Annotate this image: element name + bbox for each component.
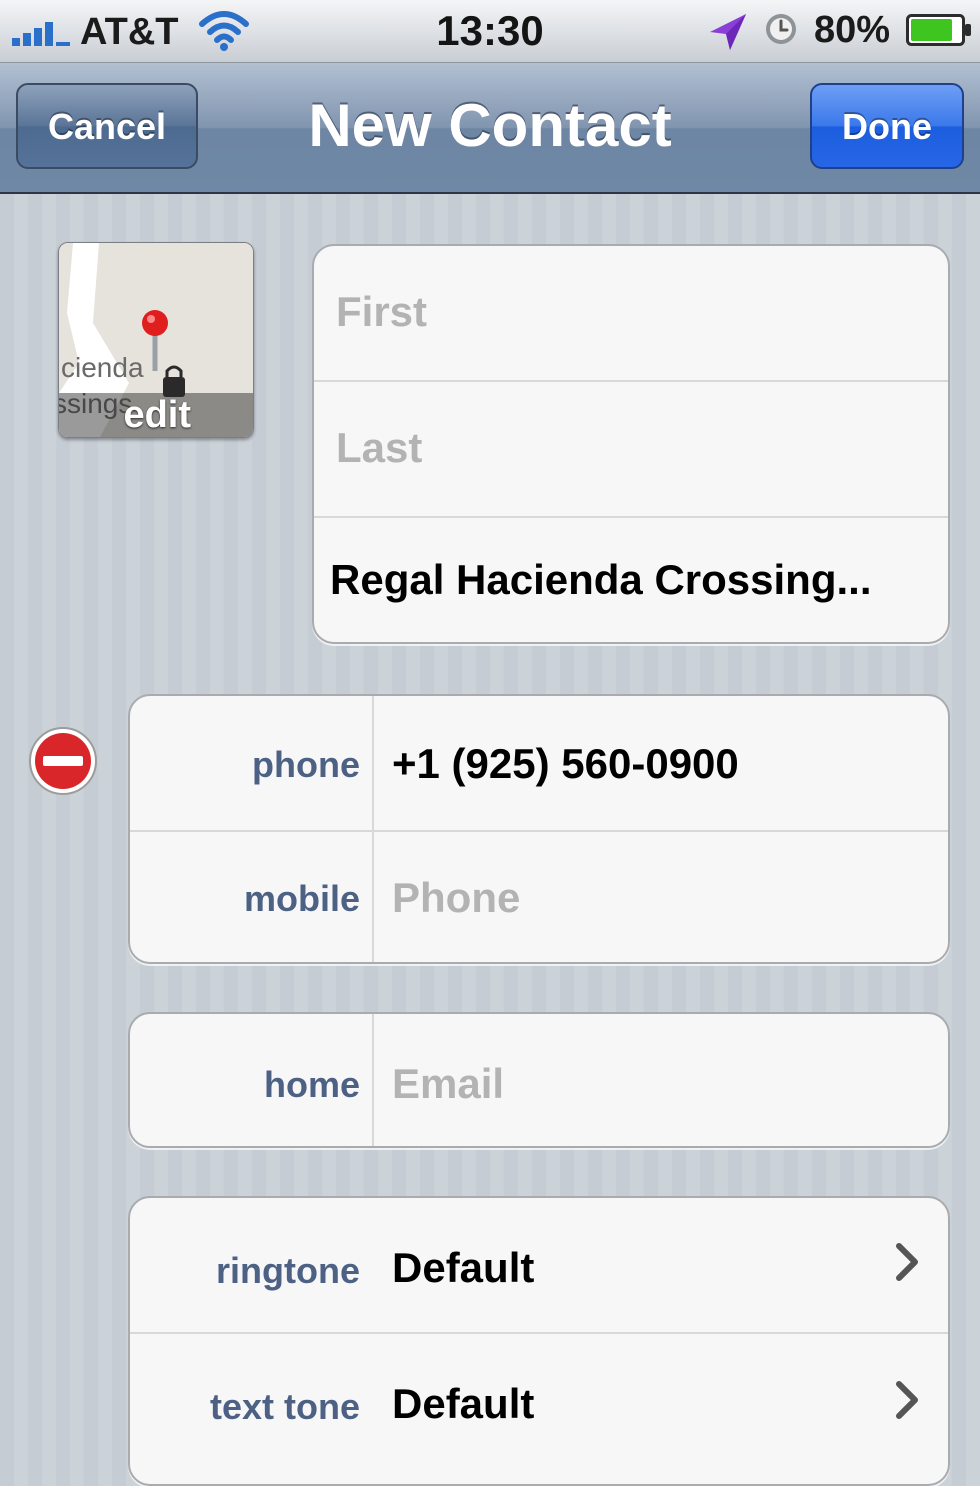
- first-name-placeholder: First: [336, 288, 428, 335]
- navigation-bar: Cancel New Contact Done: [0, 63, 980, 194]
- name-group: First Last Regal Hacienda Crossing...: [312, 244, 950, 644]
- done-button[interactable]: Done: [810, 83, 964, 169]
- email-row[interactable]: home Email: [130, 1014, 948, 1146]
- chevron-right-icon: [896, 1243, 918, 1281]
- phone-group: phone +1 (925) 560-0900 mobile Phone: [128, 694, 950, 964]
- text-tone-value: Default: [392, 1380, 535, 1427]
- map-label-1: cienda: [61, 352, 144, 383]
- ringtone-label: ringtone: [216, 1250, 360, 1291]
- contact-photo[interactable]: cienda ssings edit: [58, 242, 254, 438]
- email-placeholder[interactable]: Email: [392, 1060, 878, 1108]
- phone-label[interactable]: phone: [130, 744, 360, 786]
- mobile-placeholder[interactable]: Phone: [392, 874, 878, 922]
- email-label[interactable]: home: [130, 1064, 360, 1106]
- chevron-right-icon: [896, 1381, 918, 1419]
- company-field[interactable]: Regal Hacienda Crossing...: [314, 516, 948, 642]
- photo-edit-label: edit: [123, 394, 191, 436]
- cancel-button[interactable]: Cancel: [16, 83, 198, 169]
- email-group: home Email: [128, 1012, 950, 1148]
- phone-row[interactable]: phone +1 (925) 560-0900: [130, 696, 948, 830]
- last-name-field[interactable]: Last: [314, 380, 948, 516]
- text-tone-row[interactable]: text tone Default: [130, 1332, 948, 1484]
- alarm-clock-icon: [766, 14, 796, 44]
- text-tone-label: text tone: [209, 1386, 360, 1427]
- first-name-field[interactable]: First: [314, 246, 948, 380]
- battery-percent: 80%: [814, 9, 891, 51]
- mobile-row[interactable]: mobile Phone: [130, 830, 948, 962]
- tones-group: ringtone Default text tone Default: [128, 1196, 950, 1486]
- page-title: New Contact: [308, 92, 672, 159]
- phone-value[interactable]: +1 (925) 560-0900: [392, 740, 878, 788]
- battery-icon: [906, 14, 971, 46]
- mobile-label[interactable]: mobile: [130, 878, 360, 920]
- ringtone-value: Default: [392, 1244, 535, 1291]
- last-name-placeholder: Last: [336, 424, 423, 471]
- company-value: Regal Hacienda Crossing...: [330, 556, 872, 603]
- status-bar: AT&T 13:30 80%: [0, 0, 980, 63]
- remove-phone-icon[interactable]: [28, 726, 98, 796]
- ringtone-row[interactable]: ringtone Default: [130, 1198, 948, 1332]
- location-arrow-icon: [710, 14, 746, 50]
